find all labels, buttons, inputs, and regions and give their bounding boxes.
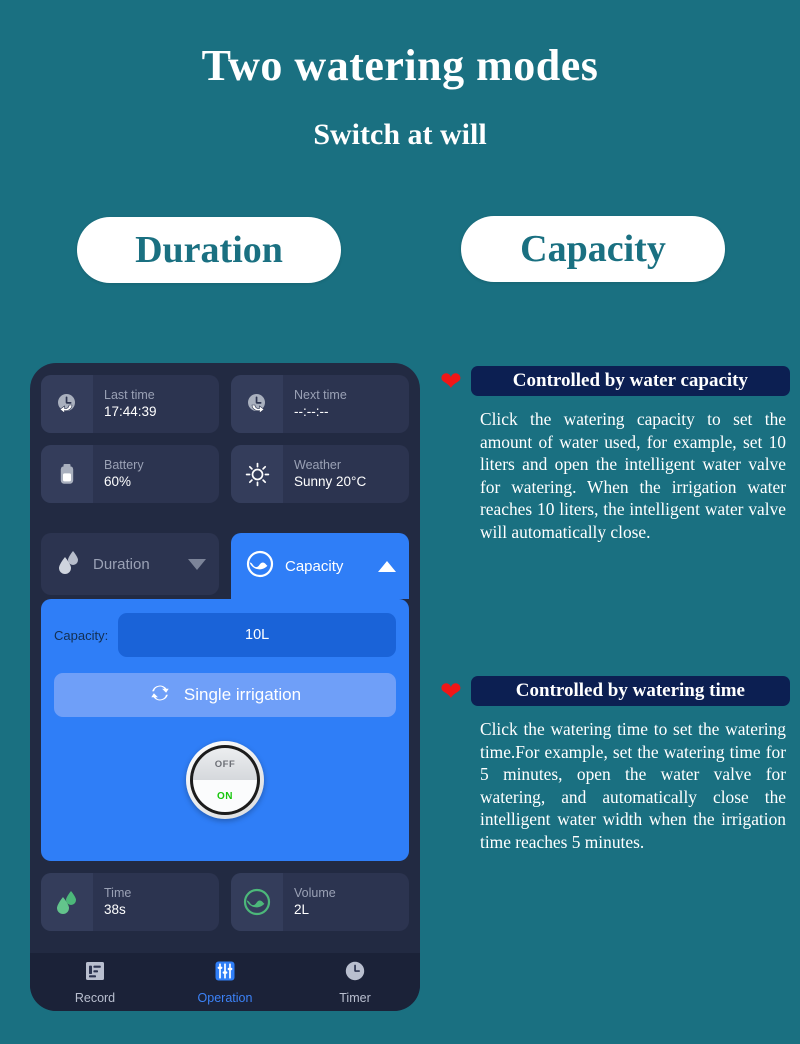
status-value: 2L <box>294 902 310 917</box>
bottom-navbar: Record Operation Timer <box>30 953 420 1011</box>
status-card-time[interactable]: Time 38s <box>41 873 219 931</box>
mode-pill-duration-label: Duration <box>135 229 283 271</box>
capacity-label: Capacity: <box>54 627 109 643</box>
single-irrigation-button[interactable]: Single irrigation <box>54 673 396 717</box>
water-level-circle-icon <box>245 549 275 584</box>
capacity-input-row: Capacity: 10L <box>54 613 396 657</box>
nav-item-operation[interactable]: Operation <box>160 960 290 1005</box>
status-label: Next time <box>294 388 347 402</box>
status-card-text: Weather Sunny 20°C <box>283 458 366 490</box>
mode-pill-capacity[interactable]: Capacity <box>461 216 725 282</box>
green-water-level-icon <box>231 873 283 931</box>
info-badge: Controlled by watering time <box>470 676 790 706</box>
status-card-text: Battery 60% <box>93 458 144 490</box>
status-label: Last time <box>104 388 155 402</box>
nav-item-timer[interactable]: Timer <box>290 960 420 1005</box>
status-card-weather[interactable]: Weather Sunny 20°C <box>231 445 409 503</box>
knob-on-label: ON <box>193 780 257 812</box>
status-card-next-time[interactable]: Next time --:--:-- <box>231 375 409 433</box>
clock-forward-icon <box>231 375 283 433</box>
status-value: --:--:-- <box>294 404 329 419</box>
status-row-mid: Battery 60% Weather Sunny 20°C <box>41 445 409 503</box>
knob-off-label: OFF <box>193 748 257 780</box>
clock-icon <box>344 960 366 987</box>
nav-item-operation-label: Operation <box>197 990 253 1005</box>
status-card-last-time[interactable]: Last time 17:44:39 <box>41 375 219 433</box>
capacity-control-panel: Capacity: 10L Single irrigation OFF ON <box>41 599 409 861</box>
sliders-icon <box>214 960 236 987</box>
record-icon <box>84 960 106 987</box>
mode-pill-duration[interactable]: Duration <box>77 217 341 283</box>
knob-face: OFF ON <box>193 748 257 812</box>
status-label: Weather <box>294 458 342 472</box>
status-value: Sunny 20°C <box>294 474 367 489</box>
status-row-bottom: Time 38s Volume 2L <box>41 873 409 931</box>
info-header: ❤ Controlled by water capacity <box>440 366 790 396</box>
heart-icon: ❤ <box>440 676 462 706</box>
status-card-text: Next time --:--:-- <box>283 388 347 420</box>
chevron-down-icon <box>188 558 206 570</box>
battery-icon <box>41 445 93 503</box>
status-card-text: Volume 2L <box>283 886 336 918</box>
status-card-battery[interactable]: Battery 60% <box>41 445 219 503</box>
info-block-capacity: ❤ Controlled by water capacity Click the… <box>440 366 790 543</box>
status-value: 60% <box>104 474 132 489</box>
status-card-text: Last time 17:44:39 <box>93 388 157 420</box>
phone-screen: Last time 17:44:39 Next time --:--:-- Ba… <box>30 363 420 953</box>
clock-back-icon <box>41 375 93 433</box>
status-label: Time <box>104 886 132 900</box>
status-label: Battery <box>104 458 144 472</box>
page-title: Two watering modes <box>201 41 599 90</box>
green-drops-icon <box>41 873 93 931</box>
capacity-input[interactable]: 10L <box>118 613 396 657</box>
water-drops-icon <box>55 548 83 581</box>
knob-ring: OFF ON <box>190 745 260 815</box>
status-value: 17:44:39 <box>104 404 157 419</box>
nav-item-timer-label: Timer <box>339 990 371 1005</box>
info-badge: Controlled by water capacity <box>470 366 790 396</box>
loop-icon <box>149 682 171 709</box>
nav-item-record[interactable]: Record <box>30 960 160 1005</box>
status-value: 38s <box>104 902 126 917</box>
info-body: Click the watering time to set the water… <box>480 719 786 852</box>
tab-capacity-label: Capacity <box>285 557 344 575</box>
mode-tab-row: Duration Capacity <box>41 533 409 599</box>
status-card-volume[interactable]: Volume 2L <box>231 873 409 931</box>
single-irrigation-label: Single irrigation <box>183 685 302 704</box>
info-header: ❤ Controlled by watering time <box>440 676 790 706</box>
phone-mockup: Last time 17:44:39 Next time --:--:-- Ba… <box>30 363 420 1011</box>
power-knob-wrap: OFF ON <box>54 741 396 819</box>
status-row-top: Last time 17:44:39 Next time --:--:-- <box>41 375 409 433</box>
info-block-time: ❤ Controlled by watering time Click the … <box>440 676 790 853</box>
info-body: Click the watering capacity to set the a… <box>480 409 786 542</box>
heart-icon: ❤ <box>440 366 462 396</box>
tab-duration-label: Duration <box>93 555 150 573</box>
power-knob[interactable]: OFF ON <box>186 741 264 819</box>
mode-pill-capacity-label: Capacity <box>520 228 666 270</box>
tab-duration[interactable]: Duration <box>41 533 219 595</box>
tab-capacity[interactable]: Capacity <box>231 533 409 599</box>
sun-icon <box>231 445 283 503</box>
status-label: Volume <box>294 886 336 900</box>
page-subtitle: Switch at will <box>313 118 487 151</box>
chevron-up-icon <box>378 560 396 572</box>
nav-item-record-label: Record <box>74 990 116 1005</box>
capacity-input-value: 10L <box>245 627 270 643</box>
status-card-text: Time 38s <box>93 886 131 918</box>
